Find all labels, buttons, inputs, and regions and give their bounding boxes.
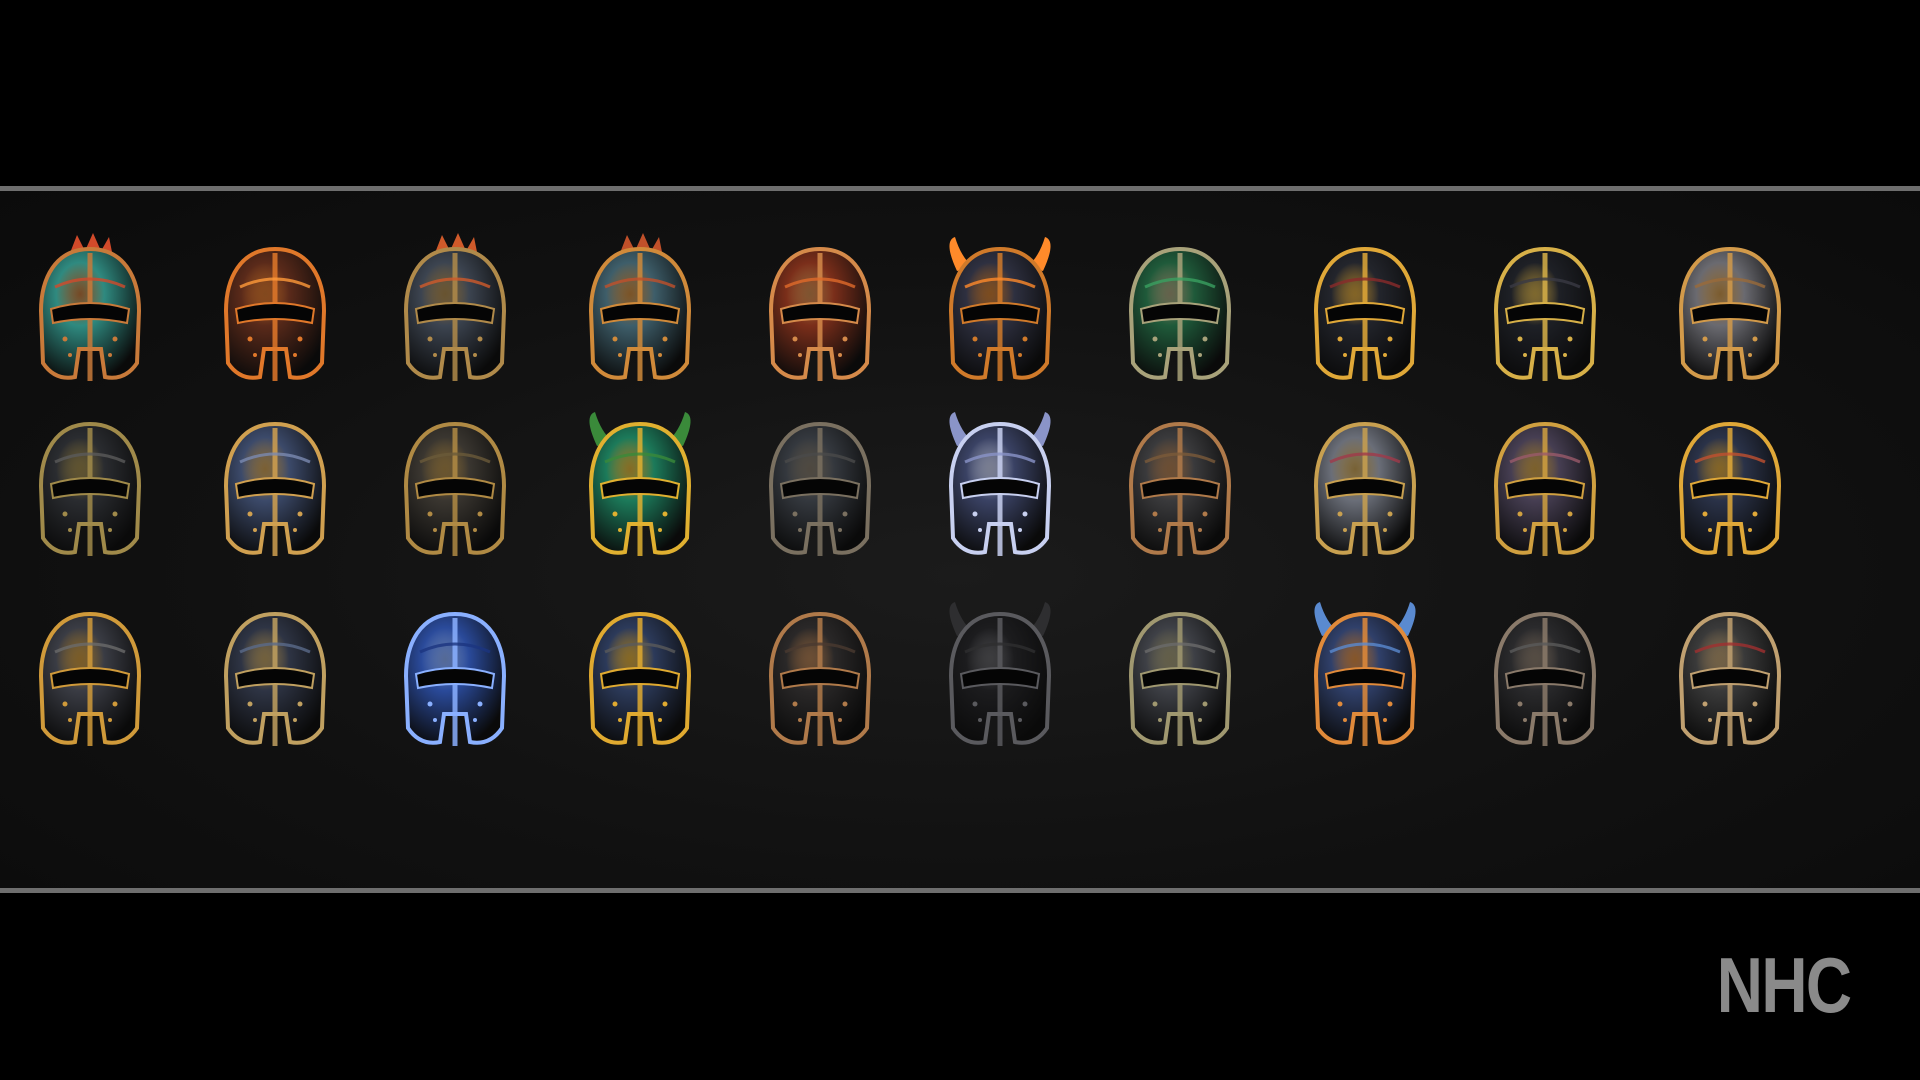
centurion-helmet-icon[interactable] — [1105, 406, 1255, 566]
black-bronze-helmet-icon[interactable] — [745, 596, 895, 756]
flame-helmet-icon[interactable] — [200, 231, 350, 391]
crested-steel-helmet-icon[interactable] — [380, 231, 530, 391]
small-steel-helmet-icon[interactable] — [15, 596, 165, 756]
spartan-dark-helmet-icon[interactable] — [15, 406, 165, 566]
bronze-crested-helmet-icon[interactable] — [1655, 231, 1805, 391]
blue-gold-bascinet-icon[interactable] — [565, 596, 715, 756]
teal-spiked-helmet-icon[interactable] — [15, 231, 165, 391]
riveted-silver-helmet-icon[interactable] — [1290, 406, 1440, 566]
red-filigree-helmet-icon[interactable] — [745, 231, 895, 391]
bottom-divider-line — [0, 888, 1920, 893]
helmet-gallery — [0, 191, 1920, 888]
gold-black-helmet-icon[interactable] — [1290, 231, 1440, 391]
silver-blue-mask-helmet-icon[interactable] — [925, 406, 1075, 566]
great-helm-icon[interactable] — [745, 406, 895, 566]
red-crest-helmet-icon[interactable] — [1655, 596, 1805, 756]
blue-crown-helmet-icon[interactable] — [200, 406, 350, 566]
shadow-helmet-icon[interactable] — [925, 596, 1075, 756]
plumed-dark-helmet-icon[interactable] — [1470, 596, 1620, 756]
green-leaf-helmet-icon[interactable] — [1105, 231, 1255, 391]
horned-demon-helmet-icon[interactable] — [925, 231, 1075, 391]
watermark-logo: NHC — [1716, 941, 1852, 1029]
winged-blue-helmet-icon[interactable] — [1290, 596, 1440, 756]
black-gold-visor-helmet-icon[interactable] — [1470, 231, 1620, 391]
navy-visor-helmet-icon[interactable] — [200, 596, 350, 756]
kettle-helmet-icon[interactable] — [1105, 596, 1255, 756]
green-horned-helmet-icon[interactable] — [565, 406, 715, 566]
royal-blue-gold-helmet-icon[interactable] — [1655, 406, 1805, 566]
bronze-bucket-helmet-icon[interactable] — [380, 406, 530, 566]
cobalt-helmet-icon[interactable] — [380, 596, 530, 756]
purple-gold-helmet-icon[interactable] — [1470, 406, 1620, 566]
ornate-teal-helmet-icon[interactable] — [565, 231, 715, 391]
